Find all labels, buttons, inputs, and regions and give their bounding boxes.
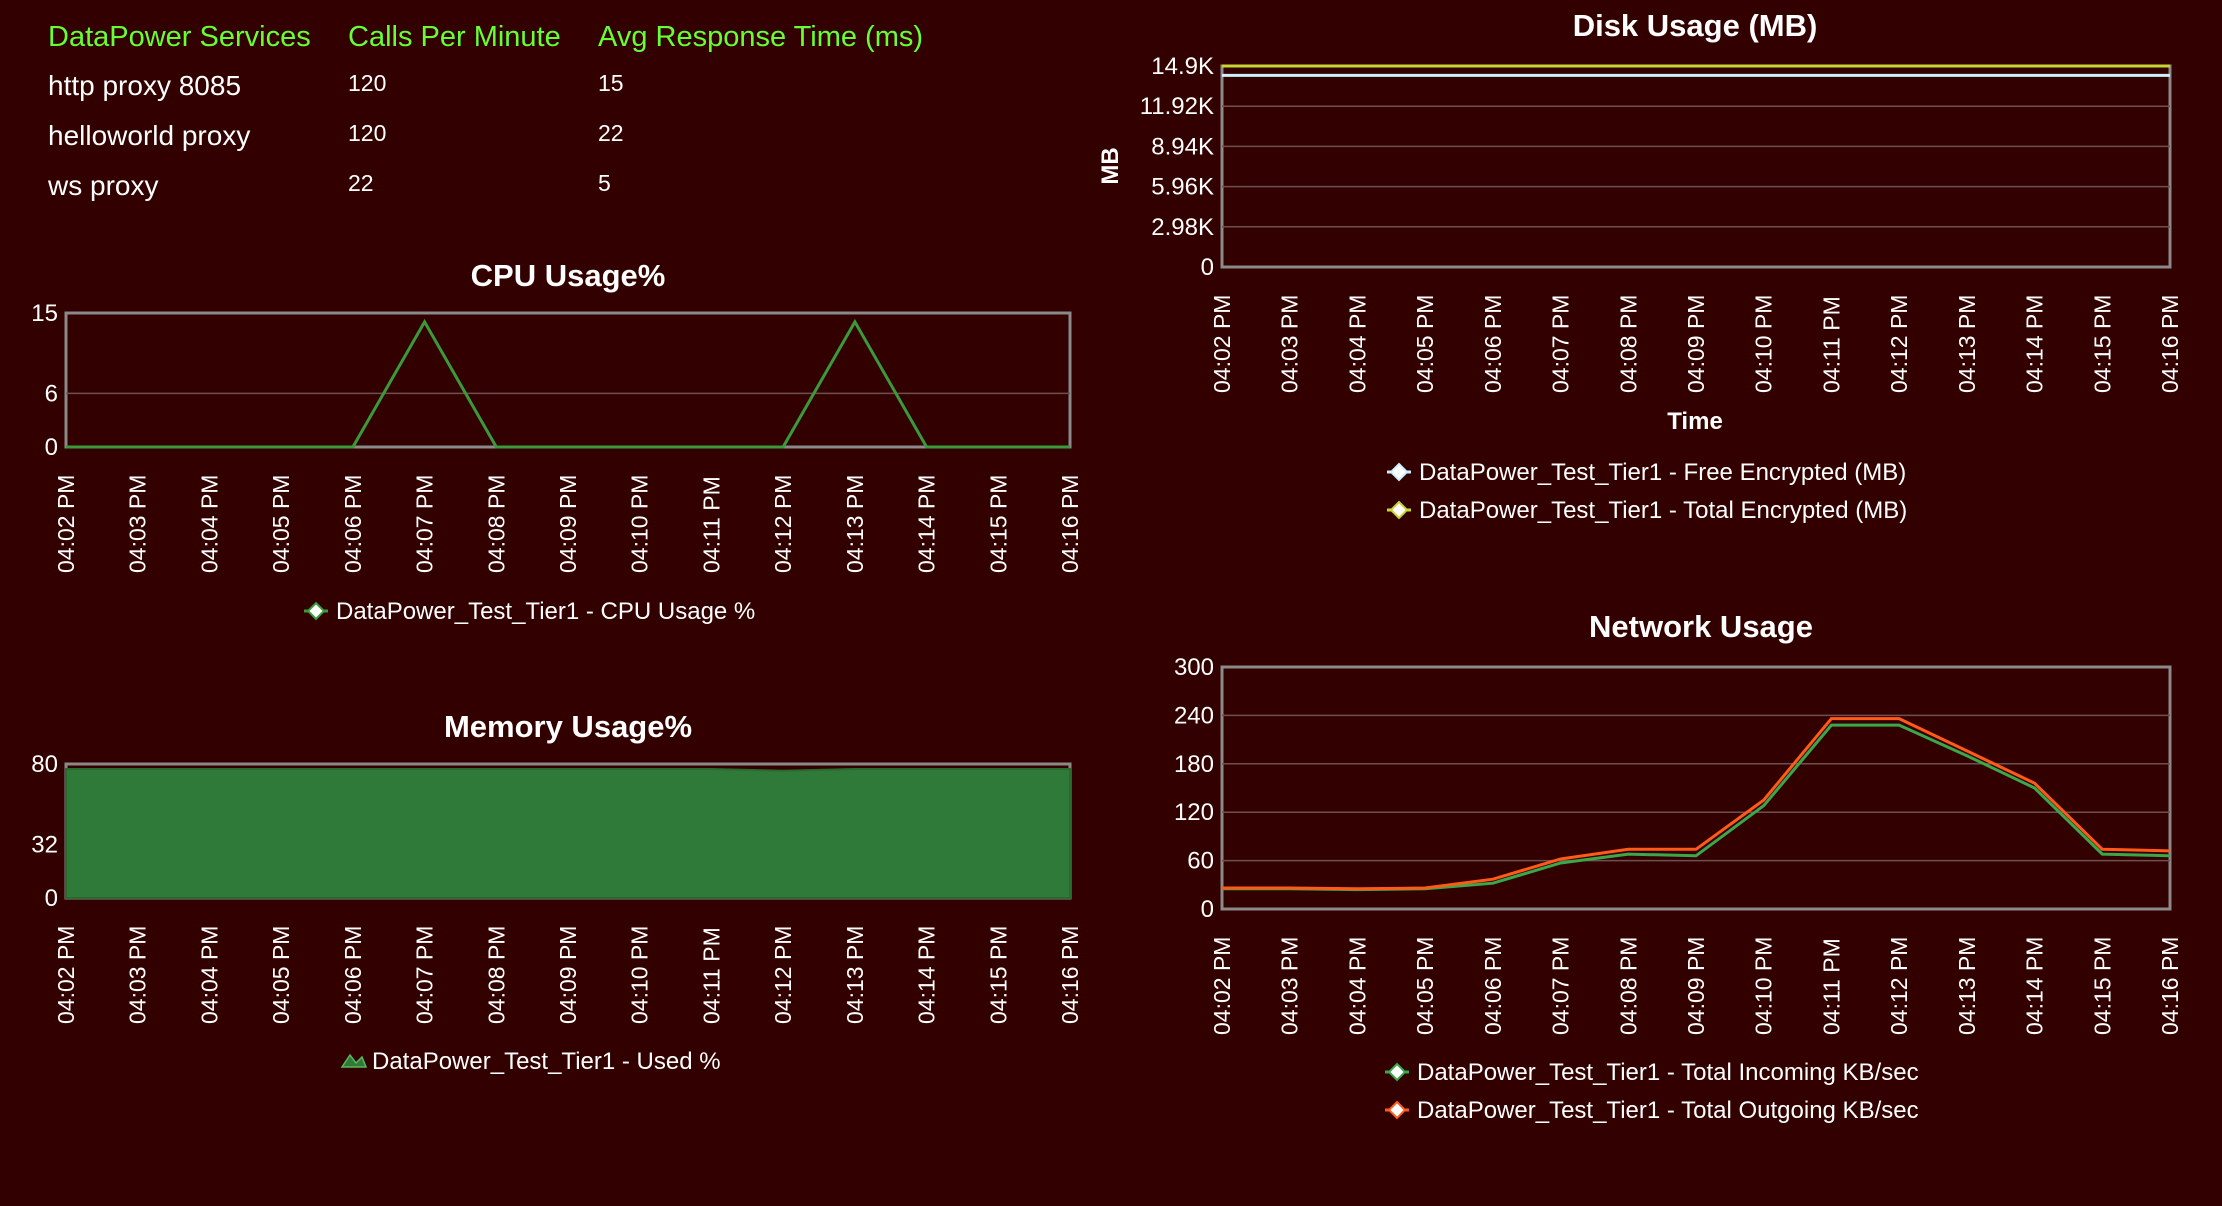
x-tick-label: 04:15 PM	[985, 926, 1011, 1024]
x-tick-label: 04:13 PM	[1954, 937, 1980, 1035]
x-tick-label: 04:09 PM	[1683, 937, 1709, 1035]
x-tick-label: 04:09 PM	[555, 926, 581, 1024]
x-tick-label: 04:03 PM	[125, 926, 151, 1024]
x-tick-label: 04:08 PM	[1615, 937, 1641, 1035]
network-usage-chart: 0 60 120 180 240 300 04:02 PM 04:03 PM 04:04 PM 0…	[1174, 609, 2183, 1124]
x-tick-label: 04:14 PM	[914, 926, 940, 1024]
x-tick-label: 04:07 PM	[1548, 937, 1574, 1035]
x-tick-label: 04:06 PM	[1480, 937, 1506, 1035]
x-tick-label: 04:13 PM	[842, 926, 868, 1024]
legend-marker	[1387, 1062, 1407, 1082]
chart-title: Network Usage	[1589, 609, 1813, 644]
legend-marker	[340, 1053, 368, 1068]
x-tick-label: 04:16 PM	[2157, 937, 2183, 1035]
x-tick-label: 04:07 PM	[412, 926, 438, 1024]
plot-frame	[1220, 665, 2172, 911]
memory-usage-chart: 0 32 80 04:02 PM 04:03 PM 04:04 PM 04:05 PM 04:…	[31, 709, 1083, 1075]
x-tick-label: 04:12 PM	[1886, 937, 1912, 1035]
x-tick-label: 04:14 PM	[2022, 937, 2048, 1035]
area-series-1	[65, 768, 1071, 899]
x-tick-label: 04:04 PM	[196, 926, 222, 1024]
y-tick-label: 120	[1174, 799, 1214, 826]
line-series-1	[1222, 723, 2171, 892]
y-tick-label: 32	[31, 831, 58, 858]
x-tick-label: 04:11 PM	[1818, 938, 1844, 1035]
y-tick-label: 300	[1174, 654, 1214, 681]
x-tick-label: 04:06 PM	[340, 926, 366, 1024]
legend-label: DataPower_Test_Tier1 - Used %	[372, 1048, 721, 1075]
y-tick-label: 80	[31, 751, 58, 778]
line-series-2	[1222, 717, 2171, 891]
x-tick-label: 04:10 PM	[627, 926, 653, 1024]
x-tick-label: 04:03 PM	[1277, 937, 1303, 1035]
y-tick-label: 60	[1187, 848, 1214, 875]
legend-label: DataPower_Test_Tier1 - Total Incoming KB…	[1417, 1059, 1919, 1086]
x-tick-label: 04:05 PM	[1412, 937, 1438, 1035]
x-tick-label: 04:02 PM	[53, 926, 79, 1024]
x-tick-label: 04:04 PM	[1344, 937, 1370, 1035]
y-tick-label: 240	[1174, 702, 1214, 729]
x-tick-label: 04:11 PM	[698, 927, 724, 1024]
legend-marker	[1387, 1100, 1407, 1120]
x-tick-label: 04:02 PM	[1209, 937, 1235, 1035]
x-tick-label: 04:08 PM	[483, 926, 509, 1024]
y-tick-label: 0	[1201, 896, 1214, 923]
x-tick-label: 04:16 PM	[1057, 926, 1083, 1024]
x-tick-label: 04:05 PM	[268, 926, 294, 1024]
legend-label: DataPower_Test_Tier1 - Total Outgoing KB…	[1417, 1097, 1919, 1124]
x-tick-label: 04:15 PM	[2089, 937, 2115, 1035]
x-tick-label: 04:10 PM	[1751, 937, 1777, 1035]
y-tick-label: 180	[1174, 751, 1214, 778]
y-tick-label: 0	[45, 885, 58, 912]
chart-title: Memory Usage%	[444, 709, 692, 744]
x-tick-label: 04:12 PM	[770, 926, 796, 1024]
